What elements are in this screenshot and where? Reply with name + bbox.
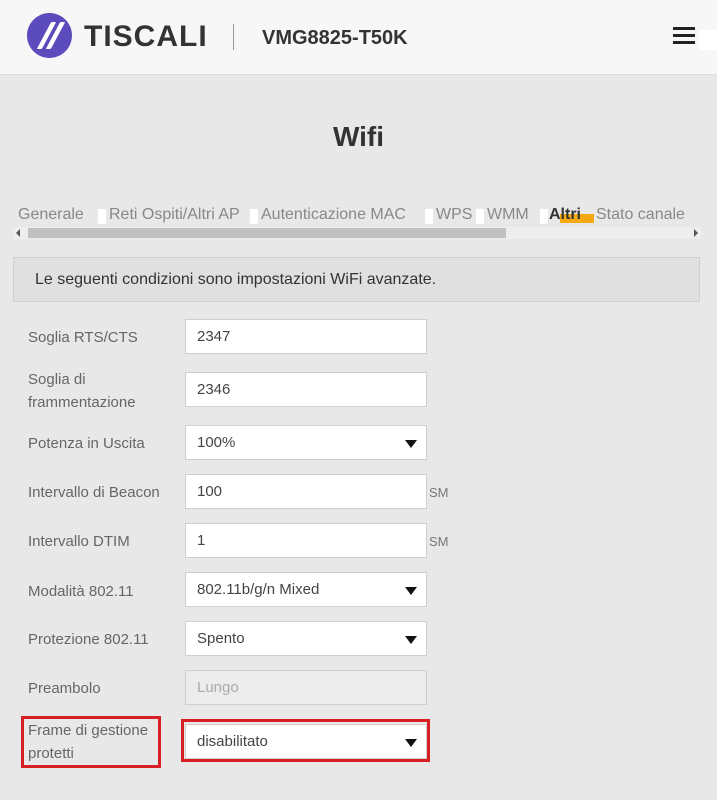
fragmentation-label-line2: frammentazione bbox=[28, 394, 136, 411]
dtim-interval-label: Intervallo DTIM bbox=[28, 533, 130, 550]
hamburger-menu-icon[interactable] bbox=[673, 26, 695, 44]
fragmentation-label-line1: Soglia di bbox=[28, 371, 86, 388]
tab-stato-canale[interactable]: Stato canale bbox=[596, 205, 685, 225]
protection-80211-label: Protezione 802.11 bbox=[28, 631, 149, 648]
beacon-interval-input[interactable]: 100 bbox=[185, 474, 427, 509]
tab-generale[interactable]: Generale bbox=[18, 205, 84, 225]
pmf-label-highlight bbox=[21, 716, 161, 768]
tab-wps[interactable]: WPS bbox=[436, 205, 472, 225]
protection-80211-select[interactable]: Spento bbox=[185, 621, 427, 656]
top-header: TISCALI VMG8825-T50K bbox=[0, 0, 717, 75]
info-banner: Le seguenti condizioni sono impostazioni… bbox=[13, 257, 700, 302]
tab-altri[interactable]: Altri bbox=[549, 205, 581, 225]
pmf-select-highlight bbox=[181, 719, 430, 762]
scroll-right-icon[interactable] bbox=[694, 229, 698, 237]
mode-80211-select[interactable]: 802.11b/g/n Mixed bbox=[185, 572, 427, 607]
dropdown-arrow-icon bbox=[405, 440, 417, 448]
output-power-value: 100% bbox=[197, 434, 236, 451]
tab-reti-ospiti[interactable]: Reti Ospiti/Altri AP bbox=[109, 205, 240, 225]
device-model: VMG8825-T50K bbox=[262, 27, 408, 49]
dtim-interval-unit: SM bbox=[429, 534, 449, 549]
protection-80211-value: Spento bbox=[197, 630, 245, 647]
beacon-interval-unit: SM bbox=[429, 485, 449, 500]
tab-scrollbar[interactable] bbox=[13, 227, 701, 239]
mode-80211-label: Modalità 802.11 bbox=[28, 583, 134, 600]
beacon-interval-label: Intervallo di Beacon bbox=[28, 484, 160, 501]
brand-name: TISCALI bbox=[84, 20, 208, 53]
header-divider bbox=[233, 24, 234, 50]
dropdown-arrow-icon bbox=[405, 636, 417, 644]
rts-cts-label: Soglia RTS/CTS bbox=[28, 329, 138, 346]
output-power-label: Potenza in Uscita bbox=[28, 435, 145, 452]
tab-wmm[interactable]: WMM bbox=[487, 205, 529, 225]
tiscali-logo-icon bbox=[27, 13, 72, 58]
preamble-label: Preambolo bbox=[28, 680, 101, 697]
scroll-thumb[interactable] bbox=[28, 228, 506, 238]
mode-80211-value: 802.11b/g/n Mixed bbox=[197, 581, 320, 598]
page-title: Wifi bbox=[332, 121, 385, 152]
dtim-interval-input[interactable]: 1 bbox=[185, 523, 427, 558]
fragmentation-input[interactable]: 2346 bbox=[185, 372, 427, 407]
dropdown-arrow-icon bbox=[405, 587, 417, 595]
scroll-left-icon[interactable] bbox=[16, 229, 20, 237]
preamble-input: Lungo bbox=[185, 670, 427, 705]
tab-autenticazione-mac[interactable]: Autenticazione MAC bbox=[261, 205, 406, 225]
output-power-select[interactable]: 100% bbox=[185, 425, 427, 460]
rts-cts-input[interactable]: 2347 bbox=[185, 319, 427, 354]
